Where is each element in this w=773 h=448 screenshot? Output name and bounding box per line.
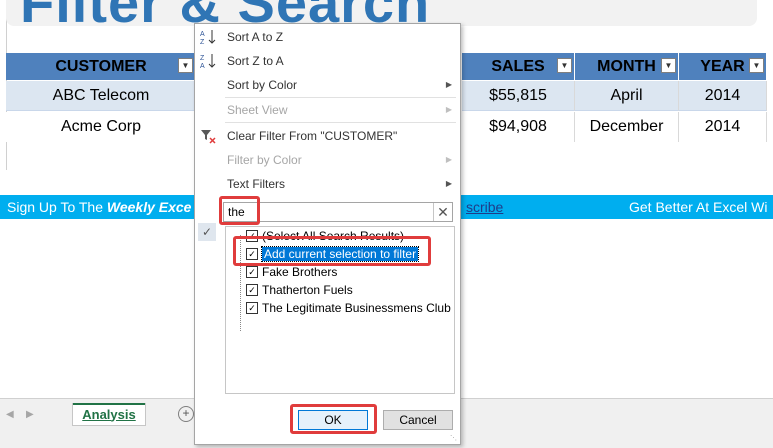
filter-active-icon[interactable]: ▼ (178, 58, 193, 73)
checkmark-icon: ✓ (198, 223, 216, 241)
column-header-customer[interactable]: CUSTOMER ▼ (6, 53, 197, 80)
signup-prefix: Sign Up To The (7, 199, 107, 215)
svg-text:Z: Z (200, 39, 205, 46)
sort-z-a-icon: ZA (199, 52, 217, 70)
list-item[interactable]: ✓ Fake Brothers (246, 264, 337, 280)
cell-month[interactable]: December (575, 112, 679, 142)
submenu-arrow-icon: ▶ (445, 105, 452, 114)
cell-month[interactable]: April (575, 81, 679, 111)
column-header-month[interactable]: MONTH ▼ (575, 53, 679, 80)
cell-customer[interactable]: Acme Corp (6, 112, 197, 142)
highlight-ok-button (290, 404, 377, 434)
highlight-add-selection (233, 236, 431, 266)
menu-sort-a-z[interactable]: Sort A to Z (227, 30, 283, 44)
menu-sort-by-color[interactable]: Sort by Color (227, 78, 297, 92)
list-item[interactable]: ✓ The Legitimate Businessmens Club (246, 300, 451, 316)
signup-right-text: Get Better At Excel Wi (629, 199, 768, 215)
list-item-label: The Legitimate Businessmens Club (262, 301, 451, 315)
list-item[interactable]: ✓ Thatherton Fuels (246, 282, 353, 298)
submenu-arrow-icon: ▶ (445, 155, 452, 164)
prev-sheet-icon[interactable]: ◀ (6, 409, 14, 420)
svg-text:A: A (200, 31, 205, 38)
resize-grip-icon[interactable]: ⋱ (450, 434, 458, 442)
dropdown-arrow-icon[interactable]: ▼ (749, 58, 764, 73)
column-header-label: SALES (491, 57, 545, 75)
menu-text-filters[interactable]: Text Filters (227, 177, 285, 191)
signup-text: Sign Up To The Weekly Exce (7, 199, 191, 215)
menu-sheet-view: Sheet View (227, 103, 288, 117)
cell-year[interactable]: 2014 (679, 112, 767, 142)
add-sheet-icon[interactable]: + (178, 406, 194, 422)
column-header-sales[interactable]: SALES ▼ (462, 53, 575, 80)
clear-search-icon[interactable]: ✕ (433, 203, 452, 221)
submenu-arrow-icon: ▶ (445, 179, 452, 188)
filter-menu: AZ Sort A to Z ZA Sort Z to A Sort by Co… (194, 23, 461, 445)
submenu-arrow-icon: ▶ (445, 80, 452, 89)
column-header-year[interactable]: YEAR ▼ (679, 53, 767, 80)
checkbox-checked-icon[interactable]: ✓ (246, 302, 258, 314)
dropdown-arrow-icon[interactable]: ▼ (557, 58, 572, 73)
menu-sort-z-a[interactable]: Sort Z to A (227, 54, 284, 68)
menu-separator (225, 122, 456, 123)
svg-text:A: A (200, 63, 205, 70)
cell-sales[interactable]: $94,908 (462, 112, 575, 142)
checkbox-checked-icon[interactable]: ✓ (246, 266, 258, 278)
list-item-label: Thatherton Fuels (262, 283, 353, 297)
next-sheet-icon[interactable]: ▶ (26, 409, 34, 420)
signup-bold: Weekly Exce (106, 199, 192, 215)
dropdown-arrow-icon[interactable]: ▼ (661, 58, 676, 73)
svg-text:Z: Z (200, 55, 205, 62)
subscribe-link[interactable]: scribe (466, 199, 503, 215)
cancel-button[interactable]: Cancel (383, 410, 453, 430)
cell-sales[interactable]: $55,815 (462, 81, 575, 111)
cell-year[interactable]: 2014 (679, 81, 767, 111)
column-header-label: MONTH (597, 57, 656, 75)
highlight-search-box (219, 196, 260, 225)
sheet-tab-analysis[interactable]: Analysis (72, 403, 146, 426)
menu-clear-filter[interactable]: Clear Filter From "CUSTOMER" (227, 129, 397, 143)
column-header-label: YEAR (700, 57, 745, 75)
clear-filter-icon (199, 127, 217, 145)
list-item-label: Fake Brothers (262, 265, 338, 279)
sort-a-z-icon: AZ (199, 28, 217, 46)
checkbox-checked-icon[interactable]: ✓ (246, 284, 258, 296)
column-header-label: CUSTOMER (55, 57, 147, 75)
cell-customer[interactable]: ABC Telecom (6, 81, 197, 111)
menu-filter-by-color: Filter by Color (227, 153, 302, 167)
menu-separator (225, 97, 456, 98)
